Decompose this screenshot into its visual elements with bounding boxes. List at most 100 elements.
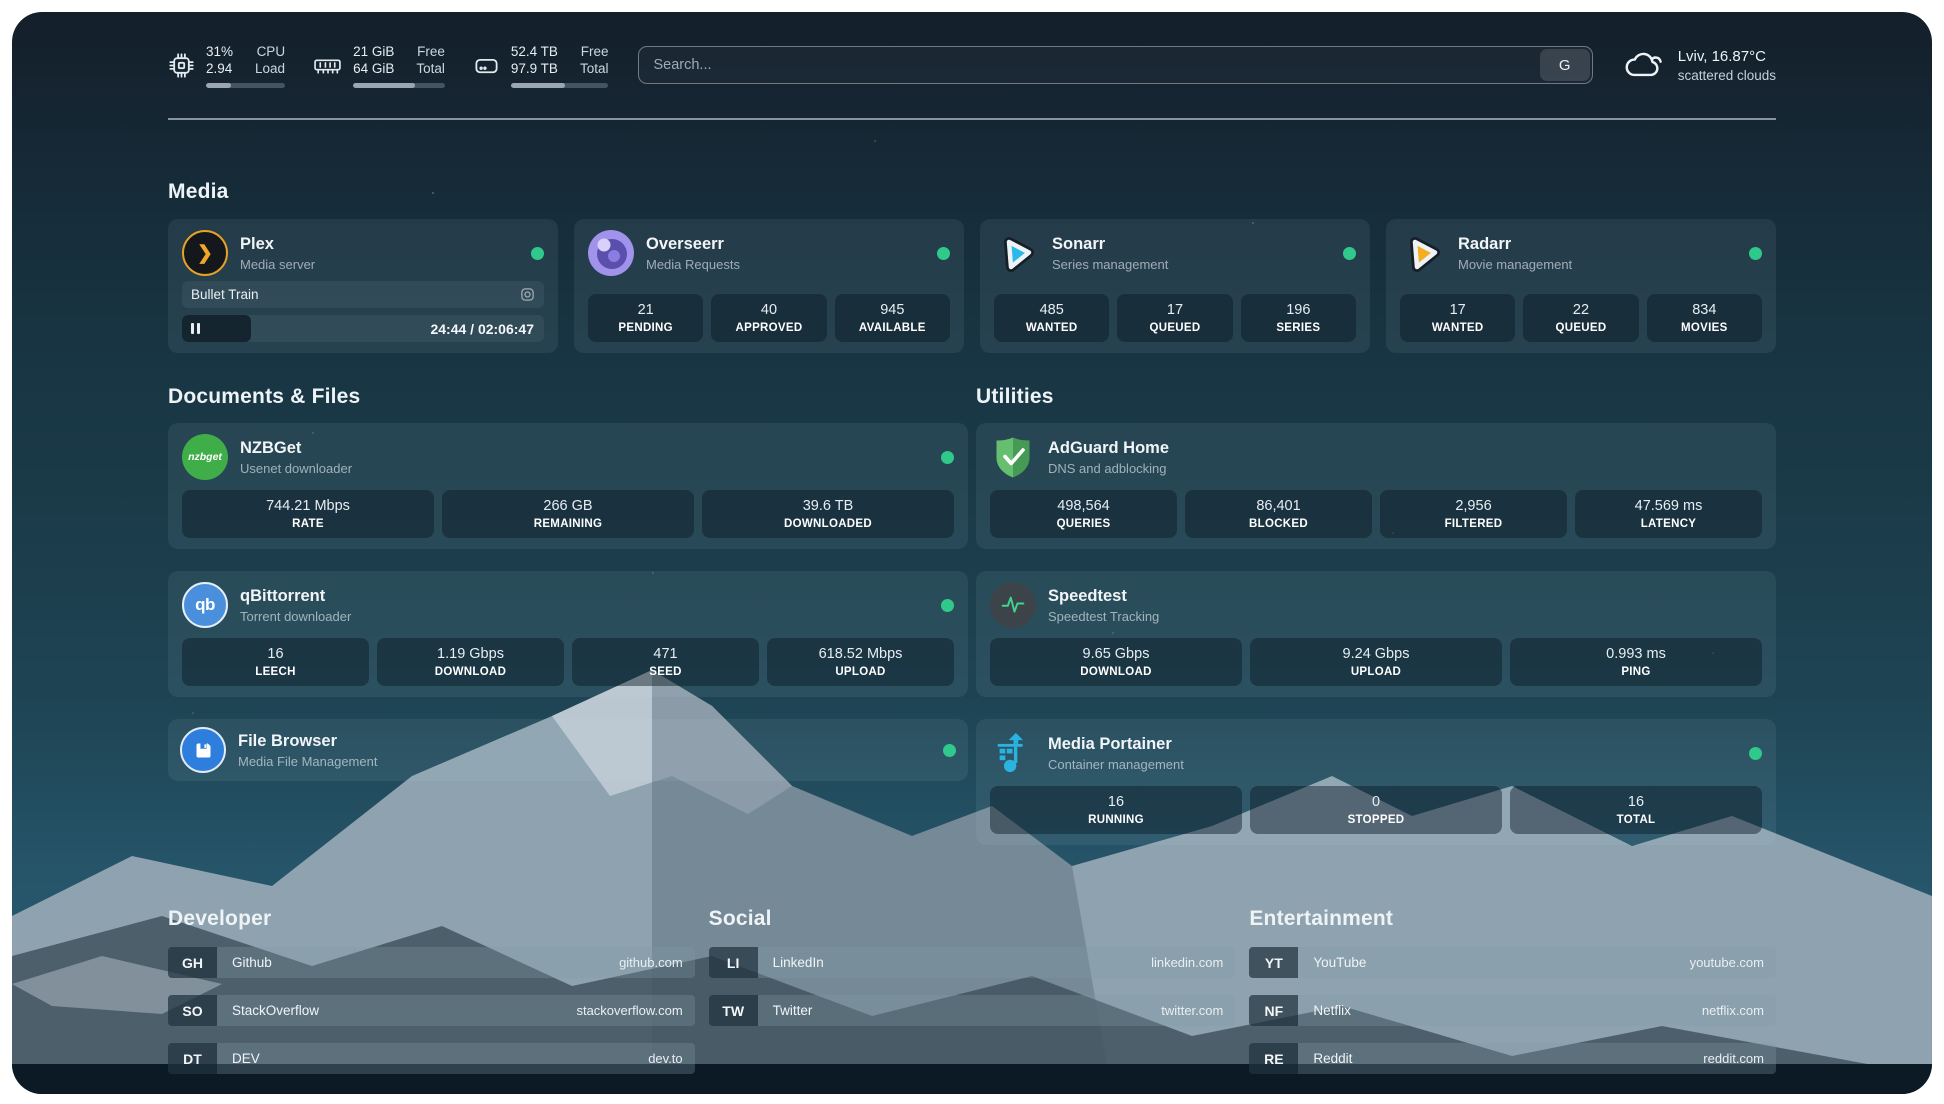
link-group-entertainment: Entertainment YT YouTube youtube.com NF … [1249, 907, 1776, 1091]
stat-box: 744.21 Mbps RATE [182, 490, 434, 538]
stat-label-bottom: Total [416, 60, 445, 77]
link-reddit[interactable]: RE Reddit reddit.com [1249, 1043, 1776, 1074]
app-name: Speedtest [1048, 587, 1159, 606]
link-url: youtube.com [1690, 955, 1776, 970]
link-name: DEV [217, 1051, 260, 1066]
link-abbreviation: SO [168, 995, 217, 1026]
link-youtube[interactable]: YT YouTube youtube.com [1249, 947, 1776, 978]
stat-box: 834 MOVIES [1647, 294, 1762, 342]
device-icon[interactable] [520, 287, 535, 302]
stat-label: WANTED [1026, 322, 1078, 334]
playback-time: 24:44 / 02:06:47 [430, 321, 544, 337]
stat-boxes: 498,564 QUERIES 86,401 BLOCKED 2,956 FIL… [990, 490, 1762, 538]
stat-value: 498,564 [1057, 498, 1109, 514]
stat-boxes: 16 RUNNING 0 STOPPED 16 TOTAL [990, 786, 1762, 834]
link-url: reddit.com [1703, 1051, 1776, 1066]
status-online-dot [1343, 247, 1356, 260]
stat-box: 9.24 Gbps UPLOAD [1250, 638, 1502, 686]
app-subtitle: Media Requests [646, 257, 740, 272]
stat-box: 196 SERIES [1241, 294, 1356, 342]
media-cards: ❯ Plex Media server Bullet Train 24:44 /… [168, 219, 1776, 353]
stat-value: 21 [638, 302, 654, 318]
app-subtitle: Movie management [1458, 257, 1572, 272]
stat-value: 9.24 Gbps [1343, 646, 1410, 662]
link-linkedin[interactable]: LI LinkedIn linkedin.com [709, 947, 1236, 978]
app-card-nzbget[interactable]: nzbget NZBGet Usenet downloader 744.21 M… [168, 423, 968, 549]
stat-label: DOWNLOAD [435, 666, 506, 678]
stat-box: 485 WANTED [994, 294, 1109, 342]
stat-label: LEECH [255, 666, 295, 678]
stat-label: TOTAL [1617, 814, 1656, 826]
system-stats: 31% CPU 2.94 Load 21 GiB Free 64 GiB Tot… [168, 43, 608, 88]
app-card-adguard-home[interactable]: AdGuard Home DNS and adblocking 498,564 … [976, 423, 1776, 549]
link-url: netflix.com [1702, 1003, 1776, 1018]
app-card-plex[interactable]: ❯ Plex Media server Bullet Train 24:44 /… [168, 219, 558, 353]
cloud-icon [1623, 49, 1665, 81]
app-subtitle: Usenet downloader [240, 461, 352, 476]
link-abbreviation: DT [168, 1043, 217, 1074]
link-url: stackoverflow.com [576, 1003, 694, 1018]
stat-boxes: 17 WANTED 22 QUEUED 834 MOVIES [1400, 294, 1762, 342]
stat-label: RATE [292, 518, 324, 530]
app-card-sonarr[interactable]: Sonarr Series management 485 WANTED 17 Q… [980, 219, 1370, 353]
link-abbreviation: RE [1249, 1043, 1298, 1074]
stat-boxes: 485 WANTED 17 QUEUED 196 SERIES [994, 294, 1356, 342]
stat-box: 22 QUEUED [1523, 294, 1638, 342]
stat-value: 17 [1450, 302, 1466, 318]
middle-columns: Documents & Files nzbget NZBGet Usenet d… [168, 385, 1776, 845]
link-dev[interactable]: DT DEV dev.to [168, 1043, 695, 1074]
link-name: Reddit [1298, 1051, 1352, 1066]
link-twitter[interactable]: TW Twitter twitter.com [709, 995, 1236, 1026]
playback-progress-fill [182, 315, 251, 342]
app-name: Overseerr [646, 235, 740, 254]
search-engine-button[interactable]: G [1540, 49, 1590, 81]
app-card-overseerr[interactable]: Overseerr Media Requests 21 PENDING 40 A… [574, 219, 964, 353]
app-card-qbittorrent[interactable]: qb qBittorrent Torrent downloader 16 LEE… [168, 571, 968, 697]
link-stackoverflow[interactable]: SO StackOverflow stackoverflow.com [168, 995, 695, 1026]
playback-progress-bar: 24:44 / 02:06:47 [182, 315, 544, 342]
link-url: linkedin.com [1151, 955, 1235, 970]
stat-value: 1.19 Gbps [437, 646, 504, 662]
app-card-radarr[interactable]: Radarr Movie management 17 WANTED 22 QUE… [1386, 219, 1776, 353]
search-bar: G [638, 46, 1592, 84]
section-title-social: Social [709, 907, 1236, 931]
section-title-entertainment: Entertainment [1249, 907, 1776, 931]
weather-condition: scattered clouds [1678, 68, 1776, 83]
link-github[interactable]: GH Github github.com [168, 947, 695, 978]
system-stat: 21 GiB Free 64 GiB Total [313, 43, 445, 88]
status-online-dot [941, 451, 954, 464]
overseerr-icon [588, 230, 634, 276]
app-subtitle: Container management [1048, 757, 1184, 772]
weather-location-temp: Lviv, 16.87°C [1678, 48, 1776, 65]
system-stat: 31% CPU 2.94 Load [168, 43, 285, 88]
stat-value: 266 GB [543, 498, 592, 514]
stat-value: 945 [880, 302, 904, 318]
stat-box: 471 SEED [572, 638, 759, 686]
stat-label-bottom: Total [580, 60, 609, 77]
app-card-speedtest[interactable]: Speedtest Speedtest Tracking 9.65 Gbps D… [976, 571, 1776, 697]
link-abbreviation: GH [168, 947, 217, 978]
stat-label: APPROVED [736, 322, 803, 334]
section-title-documents: Documents & Files [168, 385, 968, 409]
app-card-media-portainer[interactable]: Media Portainer Container management 16 … [976, 719, 1776, 845]
link-netflix[interactable]: NF Netflix netflix.com [1249, 995, 1776, 1026]
stat-value-top: 31% [206, 43, 233, 60]
stat-boxes: 744.21 Mbps RATE 266 GB REMAINING 39.6 T… [182, 490, 954, 538]
search-input[interactable] [639, 57, 1539, 73]
app-card-header: Overseerr Media Requests [588, 230, 950, 276]
stat-box: 17 WANTED [1400, 294, 1515, 342]
section-title-media: Media [168, 180, 1776, 204]
stat-label: PENDING [618, 322, 673, 334]
stat-value: 744.21 Mbps [266, 498, 350, 514]
stat-box: 2,956 FILTERED [1380, 490, 1567, 538]
stat-label-bottom: Load [255, 60, 285, 77]
app-subtitle: Series management [1052, 257, 1168, 272]
stat-value: 2,956 [1455, 498, 1491, 514]
usage-bar [511, 83, 609, 88]
app-card-file-browser[interactable]: File Browser Media File Management [168, 719, 968, 781]
link-name: Netflix [1298, 1003, 1351, 1018]
link-abbreviation: NF [1249, 995, 1298, 1026]
pause-icon [191, 323, 200, 334]
app-name: Plex [240, 235, 315, 254]
stat-label: SERIES [1276, 322, 1320, 334]
